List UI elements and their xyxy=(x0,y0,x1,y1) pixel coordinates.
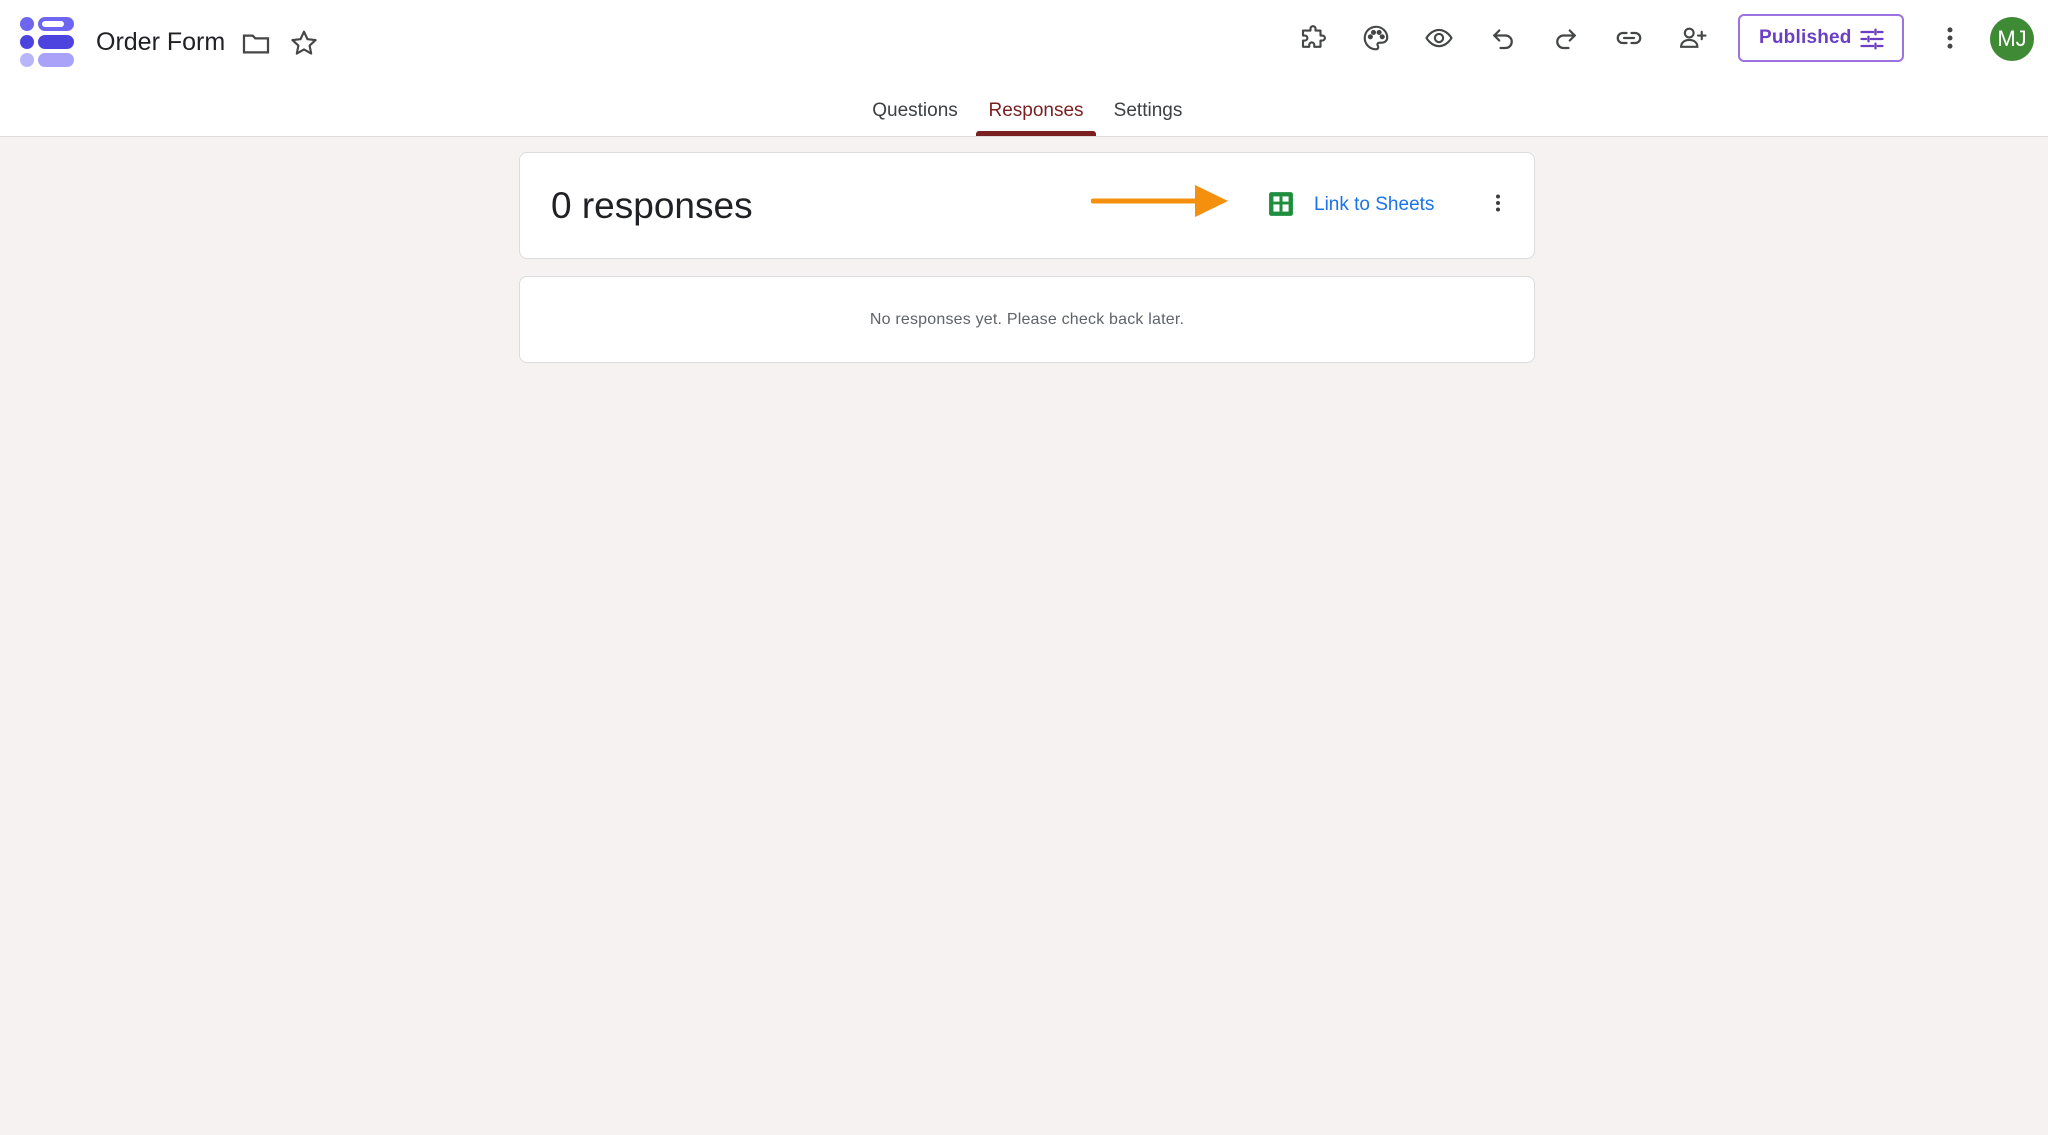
more-vert-icon[interactable] xyxy=(1930,18,1970,58)
active-tab-indicator xyxy=(976,131,1096,136)
empty-responses-card: No responses yet. Please check back late… xyxy=(519,276,1535,363)
redo-icon[interactable] xyxy=(1546,18,1586,58)
responses-summary-card: 0 responses Link to Sheets xyxy=(519,152,1535,259)
responses-more-options-icon[interactable] xyxy=(1478,183,1518,223)
sheets-icon[interactable] xyxy=(1268,191,1294,217)
published-label: Published xyxy=(1759,27,1852,48)
folder-icon[interactable] xyxy=(240,27,272,59)
link-to-sheets-button[interactable]: Link to Sheets xyxy=(1314,192,1434,218)
forms-logo-icon[interactable] xyxy=(18,14,76,70)
publish-settings-sliders-icon xyxy=(1860,28,1884,50)
top-app-bar: Order Form Published MJ Questions Respon… xyxy=(0,0,2048,137)
star-icon[interactable] xyxy=(288,27,320,59)
add-collaborator-icon[interactable] xyxy=(1673,18,1713,58)
empty-responses-message: No responses yet. Please check back late… xyxy=(869,311,1185,328)
account-avatar[interactable]: MJ xyxy=(1990,17,2034,61)
responses-count: 0 responses xyxy=(551,185,753,226)
palette-icon[interactable] xyxy=(1356,18,1396,58)
tab-questions[interactable]: Questions xyxy=(868,98,962,124)
link-icon[interactable] xyxy=(1609,18,1649,58)
undo-icon[interactable] xyxy=(1483,18,1523,58)
document-title[interactable]: Order Form xyxy=(96,26,225,58)
tab-responses[interactable]: Responses xyxy=(986,98,1086,124)
tab-settings[interactable]: Settings xyxy=(1111,98,1185,124)
annotation-arrow-icon xyxy=(1091,185,1228,217)
published-button[interactable]: Published xyxy=(1738,14,1904,62)
preview-eye-icon[interactable] xyxy=(1419,18,1459,58)
add-ons-icon[interactable] xyxy=(1293,18,1333,58)
